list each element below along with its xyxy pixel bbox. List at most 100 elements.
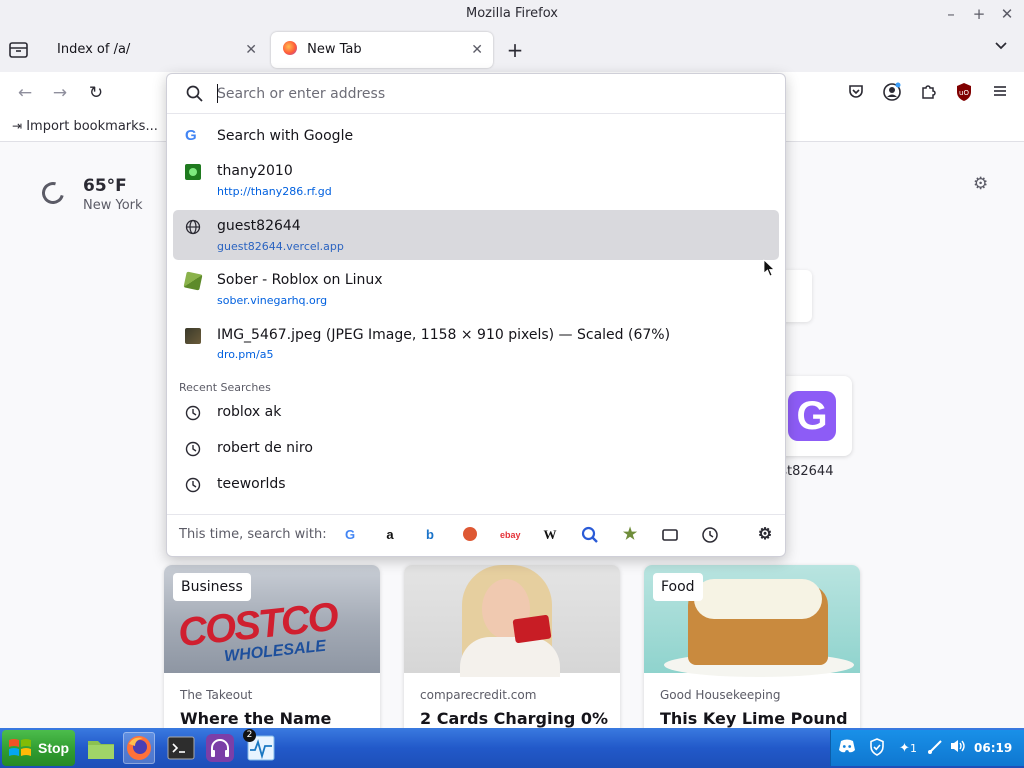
ebay-engine-icon[interactable]: ebay — [500, 525, 521, 545]
address-input[interactable] — [217, 82, 757, 106]
mouse-pointer-icon — [763, 259, 775, 277]
recent-search-text: roblox ak — [217, 404, 282, 420]
search-with-label: This time, search with: — [179, 527, 327, 542]
suggestion-url: dro.pm/a5 — [217, 348, 274, 361]
firefox-taskbar-button[interactable] — [123, 732, 155, 764]
recent-search-item[interactable]: teeworlds — [173, 468, 779, 502]
search-settings-gear-icon[interactable]: ⚙ — [755, 525, 775, 545]
suggestion-search-with-google[interactable]: G Search with Google — [173, 118, 779, 154]
tab-label: New Tab — [307, 42, 362, 57]
shortcut-logo-icon: G — [788, 391, 836, 441]
close-tab-icon[interactable]: ✕ — [471, 32, 483, 68]
megaphone-icon: ✦ — [899, 741, 910, 756]
tabs-icon[interactable] — [660, 525, 680, 545]
close-tab-icon[interactable]: ✕ — [245, 32, 257, 68]
forward-button[interactable]: → — [47, 80, 73, 106]
tab-new-tab[interactable]: New Tab ✕ — [271, 32, 493, 68]
bing-engine-icon[interactable]: b — [420, 525, 440, 545]
globe-icon — [185, 219, 201, 235]
search-engine-footer: This time, search with: G a b ebay W ★ ⚙ — [167, 514, 785, 556]
import-bookmarks-button[interactable]: ⇥ Import bookmarks... — [12, 119, 158, 134]
discord-icon — [839, 739, 855, 753]
ublock-origin-button[interactable]: uO — [953, 82, 975, 104]
clock-icon — [185, 477, 201, 493]
search-engine-icon[interactable] — [580, 525, 600, 545]
history-clock-icon[interactable] — [700, 525, 720, 545]
clock-icon — [185, 405, 201, 421]
audio-app-button[interactable] — [204, 732, 236, 764]
story-headline: Where the Name — [180, 709, 332, 728]
back-button[interactable]: ← — [12, 80, 38, 106]
account-button[interactable] — [881, 82, 903, 104]
suggestion-title: Sober - Roblox on Linux — [217, 272, 383, 288]
weather-temperature: 65°F — [83, 176, 127, 196]
story-headline: This Key Lime Pound — [660, 709, 848, 728]
suggestion-row[interactable]: thany2010 http://thany286.rf.gd — [173, 156, 779, 204]
notification-badge: 2 — [243, 729, 256, 742]
maximize-button[interactable]: + — [964, 0, 994, 28]
pocket-button[interactable] — [845, 82, 867, 104]
reload-button[interactable]: ↻ — [83, 80, 109, 106]
story-card[interactable]: comparecredit.com 2 Cards Charging 0% — [404, 565, 620, 728]
sober-favicon-icon — [183, 271, 203, 291]
discord-tray-icon[interactable] — [837, 738, 857, 758]
address-bar[interactable] — [167, 74, 785, 114]
personalize-button[interactable]: ⚙ — [973, 174, 988, 194]
import-bookmarks-label: Import bookmarks... — [26, 119, 158, 134]
new-tab-button[interactable]: + — [503, 36, 527, 64]
volume-tray-icon[interactable] — [948, 738, 968, 758]
story-card[interactable]: Food Good Housekeeping This Key Lime Pou… — [644, 565, 860, 728]
start-button[interactable]: Stop — [2, 730, 75, 766]
story-card[interactable]: COSTCO WHOLESALE Business The Takeout Wh… — [164, 565, 380, 728]
terminal-button[interactable] — [165, 732, 197, 764]
extensions-button[interactable] — [917, 82, 939, 104]
account-icon — [883, 82, 901, 101]
file-manager-button[interactable] — [85, 732, 117, 764]
crescent-moon-icon — [37, 177, 69, 209]
tab-index-of-a[interactable]: Index of /a/ ✕ — [45, 32, 267, 68]
recent-search-item[interactable]: roblox ak — [173, 396, 779, 430]
bookmarks-star-icon[interactable]: ★ — [620, 525, 640, 545]
suggestion-title: guest82644 — [217, 218, 301, 234]
window-title: Mozilla Firefox — [466, 6, 558, 21]
minimize-button[interactable]: – — [936, 0, 966, 28]
google-icon: G — [185, 127, 197, 144]
terminal-icon — [167, 736, 195, 760]
recent-search-item[interactable]: robert de niro — [173, 432, 779, 466]
suggestion-row[interactable]: Sober - Roblox on Linux sober.vinegarhq.… — [173, 264, 779, 312]
duckduckgo-engine-icon[interactable] — [460, 525, 480, 545]
list-all-tabs-button[interactable] — [994, 40, 1008, 54]
firefox-view-button[interactable] — [8, 40, 30, 60]
suggestion-title: Search with Google — [217, 128, 354, 144]
address-bar-popup: G Search with Google thany2010 http://th… — [166, 73, 786, 557]
chevron-down-icon — [995, 42, 1007, 50]
import-icon: ⇥ — [12, 119, 23, 133]
speaker-icon — [951, 740, 965, 752]
svg-text:uO: uO — [959, 89, 969, 97]
updates-tray-icon[interactable]: ✦1 — [895, 738, 921, 758]
app-menu-button[interactable] — [989, 82, 1011, 104]
tab-label: Index of /a/ — [57, 42, 131, 57]
story-headline: 2 Cards Charging 0% — [420, 709, 609, 728]
story-source: The Takeout — [180, 688, 253, 702]
weather-city: New York — [83, 198, 143, 213]
google-engine-icon[interactable]: G — [340, 525, 360, 545]
wikipedia-engine-icon[interactable]: W — [540, 525, 560, 545]
suggestion-url: http://thany286.rf.gd — [217, 185, 332, 198]
suggestion-row[interactable]: IMG_5467.jpeg (JPEG Image, 1158 × 910 pi… — [173, 318, 779, 366]
suggestion-row-selected[interactable]: guest82644 guest82644.vercel.app — [173, 210, 779, 260]
text-caret — [217, 84, 218, 103]
pocket-icon — [849, 85, 863, 98]
tab-strip: Index of /a/ ✕ New Tab ✕ + — [0, 28, 1024, 72]
gear-icon: ⚙ — [973, 174, 989, 194]
suggestion-title: thany2010 — [217, 163, 293, 179]
amazon-engine-icon[interactable]: a — [380, 525, 400, 545]
clock[interactable]: 06:19 — [974, 730, 1012, 766]
suggestion-title: IMG_5467.jpeg (JPEG Image, 1158 × 910 pi… — [217, 327, 671, 343]
firefox-favicon-icon — [283, 41, 297, 55]
suggestion-url: guest82644.vercel.app — [217, 240, 344, 253]
system-tray: ✦1 06:19 — [830, 730, 1024, 766]
security-tray-icon[interactable] — [867, 738, 887, 758]
network-tray-icon[interactable] — [925, 738, 945, 758]
close-window-button[interactable]: ✕ — [992, 0, 1022, 28]
